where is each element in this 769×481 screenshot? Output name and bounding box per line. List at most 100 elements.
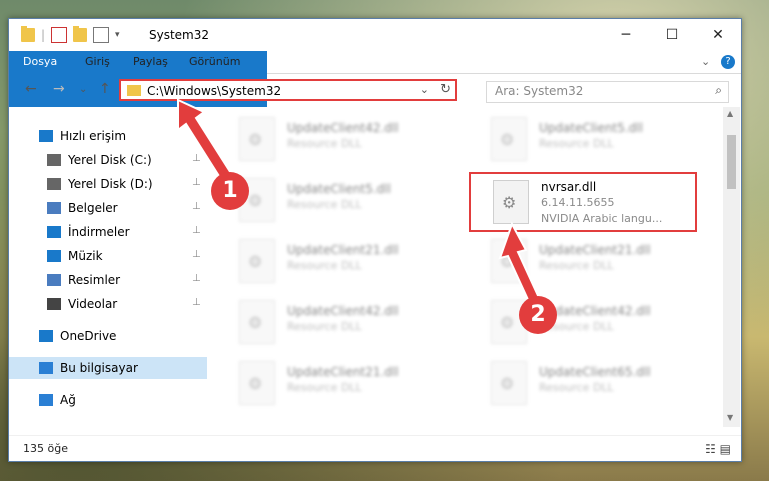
item-count: 135 öğe [23,442,68,455]
tab-view[interactable]: Görünüm [179,51,250,73]
drive-icon [47,154,61,166]
file-description: Resource DLL [287,320,362,333]
help-icon[interactable]: ? [721,55,735,69]
scrollbar-thumb[interactable] [727,135,736,189]
music-icon [47,250,61,262]
dll-file-icon [493,180,529,224]
dll-file-icon [239,239,275,283]
file-description: Resource DLL [287,381,362,394]
up-button[interactable]: ↑ [99,81,111,97]
search-icon[interactable]: ⌕ [715,83,722,98]
sidebar-item[interactable]: İndirmeler ⊥ [9,221,207,243]
file-item[interactable]: UpdateClient21.dll Resource DLL [217,355,447,411]
pin-icon[interactable]: ⊥ [192,249,201,260]
minimize-button[interactable]: ─ [603,19,649,51]
file-description: Resource DLL [287,198,362,211]
pin-icon[interactable]: ⊥ [192,177,201,188]
new-folder-icon[interactable] [73,26,88,42]
file-name: UpdateClient65.dll [539,365,651,379]
folder-icon[interactable] [21,26,35,42]
file-description: Resource DLL [287,137,362,150]
videos-icon [47,298,61,310]
customize-toolbar-icon[interactable]: ▾ [115,30,120,40]
sidebar-item[interactable]: OneDrive [9,325,207,347]
file-item[interactable]: UpdateClient21.dll Resource DLL [469,233,699,289]
sidebar-item-label: Bu bilgisayar [60,361,138,375]
sidebar-item[interactable]: Videolar ⊥ [9,293,207,315]
sidebar-item[interactable]: Belgeler ⊥ [9,197,207,219]
search-input[interactable]: Ara: System32 ⌕ [486,81,729,103]
tab-home[interactable]: Giriş [75,51,120,73]
dll-file-icon [239,117,275,161]
file-item[interactable]: UpdateClient42.dllResource DLL [469,294,699,350]
sidebar-item[interactable]: Bu bilgisayar [9,357,207,379]
file-item[interactable]: UpdateClient65.dll Resource DLL [469,355,699,411]
dll-file-icon [491,239,527,283]
sidebar-item-label: Hızlı erişim [60,129,127,143]
address-dropdown-icon[interactable]: ⌄ [420,83,429,96]
maximize-button[interactable]: ☐ [649,19,695,51]
pin-icon[interactable]: ⊥ [192,201,201,212]
star-icon [39,130,53,142]
sidebar-item[interactable]: Ağ [9,389,207,411]
refresh-icon[interactable]: ↻ [440,82,451,97]
address-bar[interactable]: C:\Windows\System32 ⌄ ↻ [119,79,457,101]
pin-icon[interactable]: ⊥ [192,297,201,308]
navigation-bar: ← → ⌄ ↑ C:\Windows\System32 ⌄ ↻ Ara: Sys… [9,75,741,105]
folder-icon [127,85,141,96]
navigation-pane: Hızlı erişim Yerel Disk (C:) ⊥ Yerel Disk (… [9,115,207,435]
sidebar-item[interactable]: Resimler ⊥ [9,269,207,291]
dll-file-icon [239,300,275,344]
vertical-scrollbar[interactable]: ▲ ▼ [723,107,740,427]
network-icon [39,394,53,406]
file-description: Resource DLL [539,381,614,394]
address-text[interactable]: C:\Windows\System32 [147,84,281,98]
recent-locations-button[interactable]: ⌄ [79,84,87,95]
back-button[interactable]: ← [25,81,37,97]
ribbon-tabs: Dosya Giriş Paylaş Görünüm ⌄ ? [9,51,741,107]
sidebar-item-label: Müzik [68,249,103,263]
pin-icon[interactable]: ⊥ [192,273,201,284]
pin-icon[interactable]: ⊥ [192,225,201,236]
status-bar: 135 öğe ☷ ▤ [9,435,741,462]
tab-share[interactable]: Paylaş [123,51,178,73]
dll-file-icon [491,361,527,405]
sidebar-item-label: Videolar [68,297,118,311]
file-name: UpdateClient42.dll [287,121,399,135]
file-description: Resource DLL [539,137,614,150]
file-item[interactable]: UpdateClient42.dllResource DLL [217,294,447,350]
file-item[interactable]: UpdateClient42.dll Resource DLL [217,111,447,167]
file-item[interactable]: UpdateClient5.dll Resource DLL [217,172,447,228]
window-title: System32 [149,28,210,42]
sidebar-item-label: İndirmeler [68,225,130,239]
scroll-down-icon[interactable]: ▼ [727,413,733,422]
search-placeholder: Ara: System32 [495,84,584,98]
sidebar-item[interactable]: Yerel Disk (D:) ⊥ [9,173,207,195]
view-icon[interactable] [93,27,110,43]
file-item[interactable]: UpdateClient21.dll Resource DLL [217,233,447,289]
pin-icon[interactable]: ⊥ [192,153,201,164]
file-item[interactable]: UpdateClient5.dll Resource DLL [469,111,699,167]
sidebar-item-label: Yerel Disk (C:) [68,153,152,167]
file-description: NVIDIA Arabic langu... [541,212,663,225]
view-toggle-icons[interactable]: ☷ ▤ [705,442,731,456]
sidebar-item[interactable]: Müzik ⊥ [9,245,207,267]
step-2-badge: 2 [519,296,557,334]
sidebar-item-label: Belgeler [68,201,118,215]
properties-icon[interactable] [51,27,68,43]
file-item[interactable]: nvrsar.dll 6.14.11.5655 NVIDIA Arabic lang… [469,172,697,232]
expand-ribbon-icon[interactable]: ⌄ [691,51,720,73]
quick-access-toolbar: | ▾ [21,26,120,43]
sidebar-item[interactable]: Hızlı erişim [9,125,207,147]
sidebar-item[interactable]: Yerel Disk (C:) ⊥ [9,149,207,171]
file-name: UpdateClient5.dll [539,121,643,135]
file-name: UpdateClient21.dll [287,243,399,257]
close-button[interactable]: ✕ [695,19,741,51]
sidebar-item-label: OneDrive [60,329,117,343]
sidebar-item-label: Resimler [68,273,121,287]
sidebar-item-label: Ağ [60,393,76,407]
forward-button[interactable]: → [53,81,65,97]
file-name: UpdateClient21.dll [287,365,399,379]
dll-file-icon [239,361,275,405]
scroll-up-icon[interactable]: ▲ [727,109,733,118]
